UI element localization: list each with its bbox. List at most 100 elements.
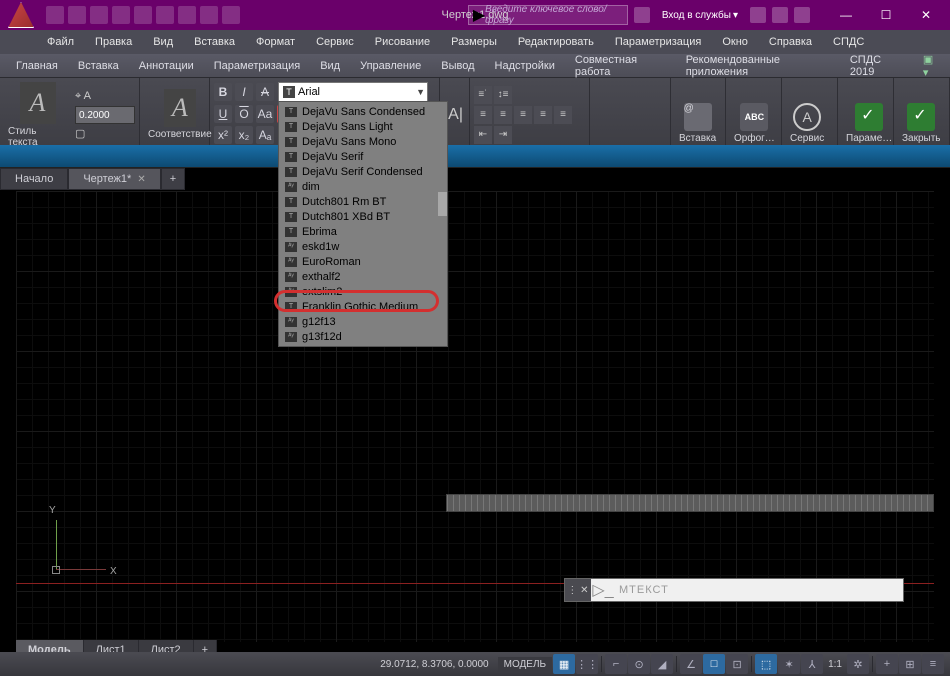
- bold-button[interactable]: B: [214, 83, 232, 101]
- font-option[interactable]: TDutch801 XBd BT: [279, 209, 447, 224]
- user-icon[interactable]: [634, 7, 650, 23]
- justify-button[interactable]: ≡: [534, 106, 552, 124]
- menu-file[interactable]: Файл: [38, 33, 83, 51]
- annotative-icon[interactable]: ⌖ A: [75, 90, 135, 103]
- qat-button[interactable]: [200, 6, 218, 24]
- gear-icon[interactable]: ✲: [847, 654, 869, 674]
- menu-modify[interactable]: Редактировать: [509, 33, 603, 51]
- close-icon[interactable]: ✕: [137, 174, 145, 185]
- font-option[interactable]: ᴬʸexthalf2: [279, 269, 447, 284]
- qat-button[interactable]: [156, 6, 174, 24]
- anno-icon[interactable]: ⅄: [801, 654, 823, 674]
- scale-label[interactable]: 1:1: [824, 659, 846, 670]
- font-option[interactable]: TDejaVu Sans Mono: [279, 134, 447, 149]
- ortho-icon[interactable]: ⌐: [605, 654, 627, 674]
- command-line[interactable]: ⋮ ✕ ▷_ МТЕКСТ: [564, 578, 904, 602]
- underline-button[interactable]: U: [214, 105, 232, 123]
- strike-button[interactable]: A: [256, 83, 274, 101]
- osnap-icon[interactable]: ∠: [680, 654, 702, 674]
- search-input[interactable]: ▶ Введите ключевое слово/фразу: [468, 5, 628, 25]
- help-icon[interactable]: [794, 7, 810, 23]
- font-option[interactable]: ᴬʸEuroRoman: [279, 254, 447, 269]
- font-option[interactable]: ᴬʸeskd1w: [279, 239, 447, 254]
- font-option[interactable]: ᴬʸdim: [279, 179, 447, 194]
- qat-button[interactable]: [178, 6, 196, 24]
- linespace-button[interactable]: ↕≡: [494, 86, 512, 104]
- text-ruler[interactable]: [446, 494, 934, 512]
- maximize-button[interactable]: ☐: [866, 0, 906, 30]
- ribbon-tab[interactable]: Надстройки: [485, 55, 565, 77]
- drawing-canvas[interactable]: YX ⋮ ✕ ▷_ МТЕКСТ: [16, 191, 934, 642]
- params-button[interactable]: Параме…: [842, 101, 896, 146]
- app-logo-icon[interactable]: [8, 2, 34, 28]
- snap-icon[interactable]: ⋮⋮: [576, 654, 598, 674]
- service-button[interactable]: AСервис: [786, 101, 828, 146]
- menu-draw[interactable]: Рисование: [366, 33, 439, 51]
- polar-icon[interactable]: ⊙: [628, 654, 650, 674]
- indent-button[interactable]: ⇤: [474, 126, 492, 144]
- font-combo[interactable]: T Arial ▼: [278, 82, 428, 102]
- font-option[interactable]: TDejaVu Sans Condensed: [279, 104, 447, 119]
- menu-help[interactable]: Справка: [760, 33, 821, 51]
- menu-dimension[interactable]: Размеры: [442, 33, 506, 51]
- bullets-button[interactable]: ≡˙: [474, 86, 492, 104]
- outdent-button[interactable]: ⇥: [494, 126, 512, 144]
- text-style-button[interactable]: A Стиль текста: [4, 80, 71, 150]
- match-button[interactable]: A Соответствие: [144, 87, 216, 142]
- share-icon[interactable]: [750, 7, 766, 23]
- menu-spds[interactable]: СПДС: [824, 33, 873, 51]
- ribbon-tab[interactable]: Параметризация: [204, 55, 310, 77]
- overline-button[interactable]: O: [235, 105, 253, 123]
- close-editor-button[interactable]: Закрыть: [898, 101, 945, 146]
- menu-window[interactable]: Окно: [713, 33, 757, 51]
- ribbon-tab[interactable]: Вставка: [68, 55, 129, 77]
- qat-button[interactable]: [68, 6, 86, 24]
- qat-button[interactable]: [134, 6, 152, 24]
- menu-insert[interactable]: Вставка: [185, 33, 244, 51]
- ribbon-tab[interactable]: Главная: [6, 55, 68, 77]
- close-button[interactable]: ✕: [906, 0, 946, 30]
- clear-button[interactable]: Aₐ: [256, 126, 274, 144]
- ws-icon[interactable]: ⊞: [899, 654, 921, 674]
- qat-button[interactable]: [112, 6, 130, 24]
- menu-edit[interactable]: Правка: [86, 33, 141, 51]
- menu-icon[interactable]: ≡: [922, 654, 944, 674]
- font-option[interactable]: TDutch801 Rm BT: [279, 194, 447, 209]
- cmd-handle-icon[interactable]: ⋮ ✕: [565, 579, 591, 601]
- file-tab[interactable]: Чертеж1*✕: [68, 168, 160, 190]
- font-option[interactable]: TDejaVu Sans Light: [279, 119, 447, 134]
- sub-button[interactable]: x₂: [235, 126, 253, 144]
- ribbon-tab[interactable]: Управление: [350, 55, 431, 77]
- italic-button[interactable]: I: [235, 83, 253, 101]
- qat-button[interactable]: [46, 6, 64, 24]
- super-button[interactable]: x²: [214, 126, 232, 144]
- ribbon-tab[interactable]: Рекомендованные приложения: [676, 55, 840, 77]
- ribbon-tab[interactable]: Вывод: [431, 55, 484, 77]
- app-icon[interactable]: [772, 7, 788, 23]
- font-option[interactable]: ᴬʸg12f13: [279, 314, 447, 329]
- font-option[interactable]: TEbrima: [279, 224, 447, 239]
- grid-icon[interactable]: ▦: [553, 654, 575, 674]
- menu-tools[interactable]: Сервис: [307, 33, 363, 51]
- lwt-icon[interactable]: ⬚: [755, 654, 777, 674]
- qat-button[interactable]: [222, 6, 240, 24]
- menu-view[interactable]: Вид: [144, 33, 182, 51]
- align-center-button[interactable]: ≡: [494, 106, 512, 124]
- align-right-button[interactable]: ≡: [514, 106, 532, 124]
- qat-button[interactable]: [90, 6, 108, 24]
- otrack-icon[interactable]: □: [703, 654, 725, 674]
- ribbon-tab[interactable]: СПДС 2019: [840, 55, 913, 77]
- font-option[interactable]: TDejaVu Serif: [279, 149, 447, 164]
- ribbon-collapse-button[interactable]: ▣ ▾: [913, 55, 950, 77]
- align-left-button[interactable]: ≡: [474, 106, 492, 124]
- menu-format[interactable]: Формат: [247, 33, 304, 51]
- file-tab[interactable]: Начало: [0, 168, 68, 190]
- menu-parametric[interactable]: Параметризация: [606, 33, 710, 51]
- tran-icon[interactable]: ✶: [778, 654, 800, 674]
- dynucs-icon[interactable]: ⊡: [726, 654, 748, 674]
- font-option[interactable]: TDejaVu Serif Condensed: [279, 164, 447, 179]
- scrollbar-thumb[interactable]: [438, 192, 447, 216]
- ribbon-tab[interactable]: Аннотации: [129, 55, 204, 77]
- minimize-button[interactable]: —: [826, 0, 866, 30]
- insert-button[interactable]: @Вставка: [675, 101, 720, 146]
